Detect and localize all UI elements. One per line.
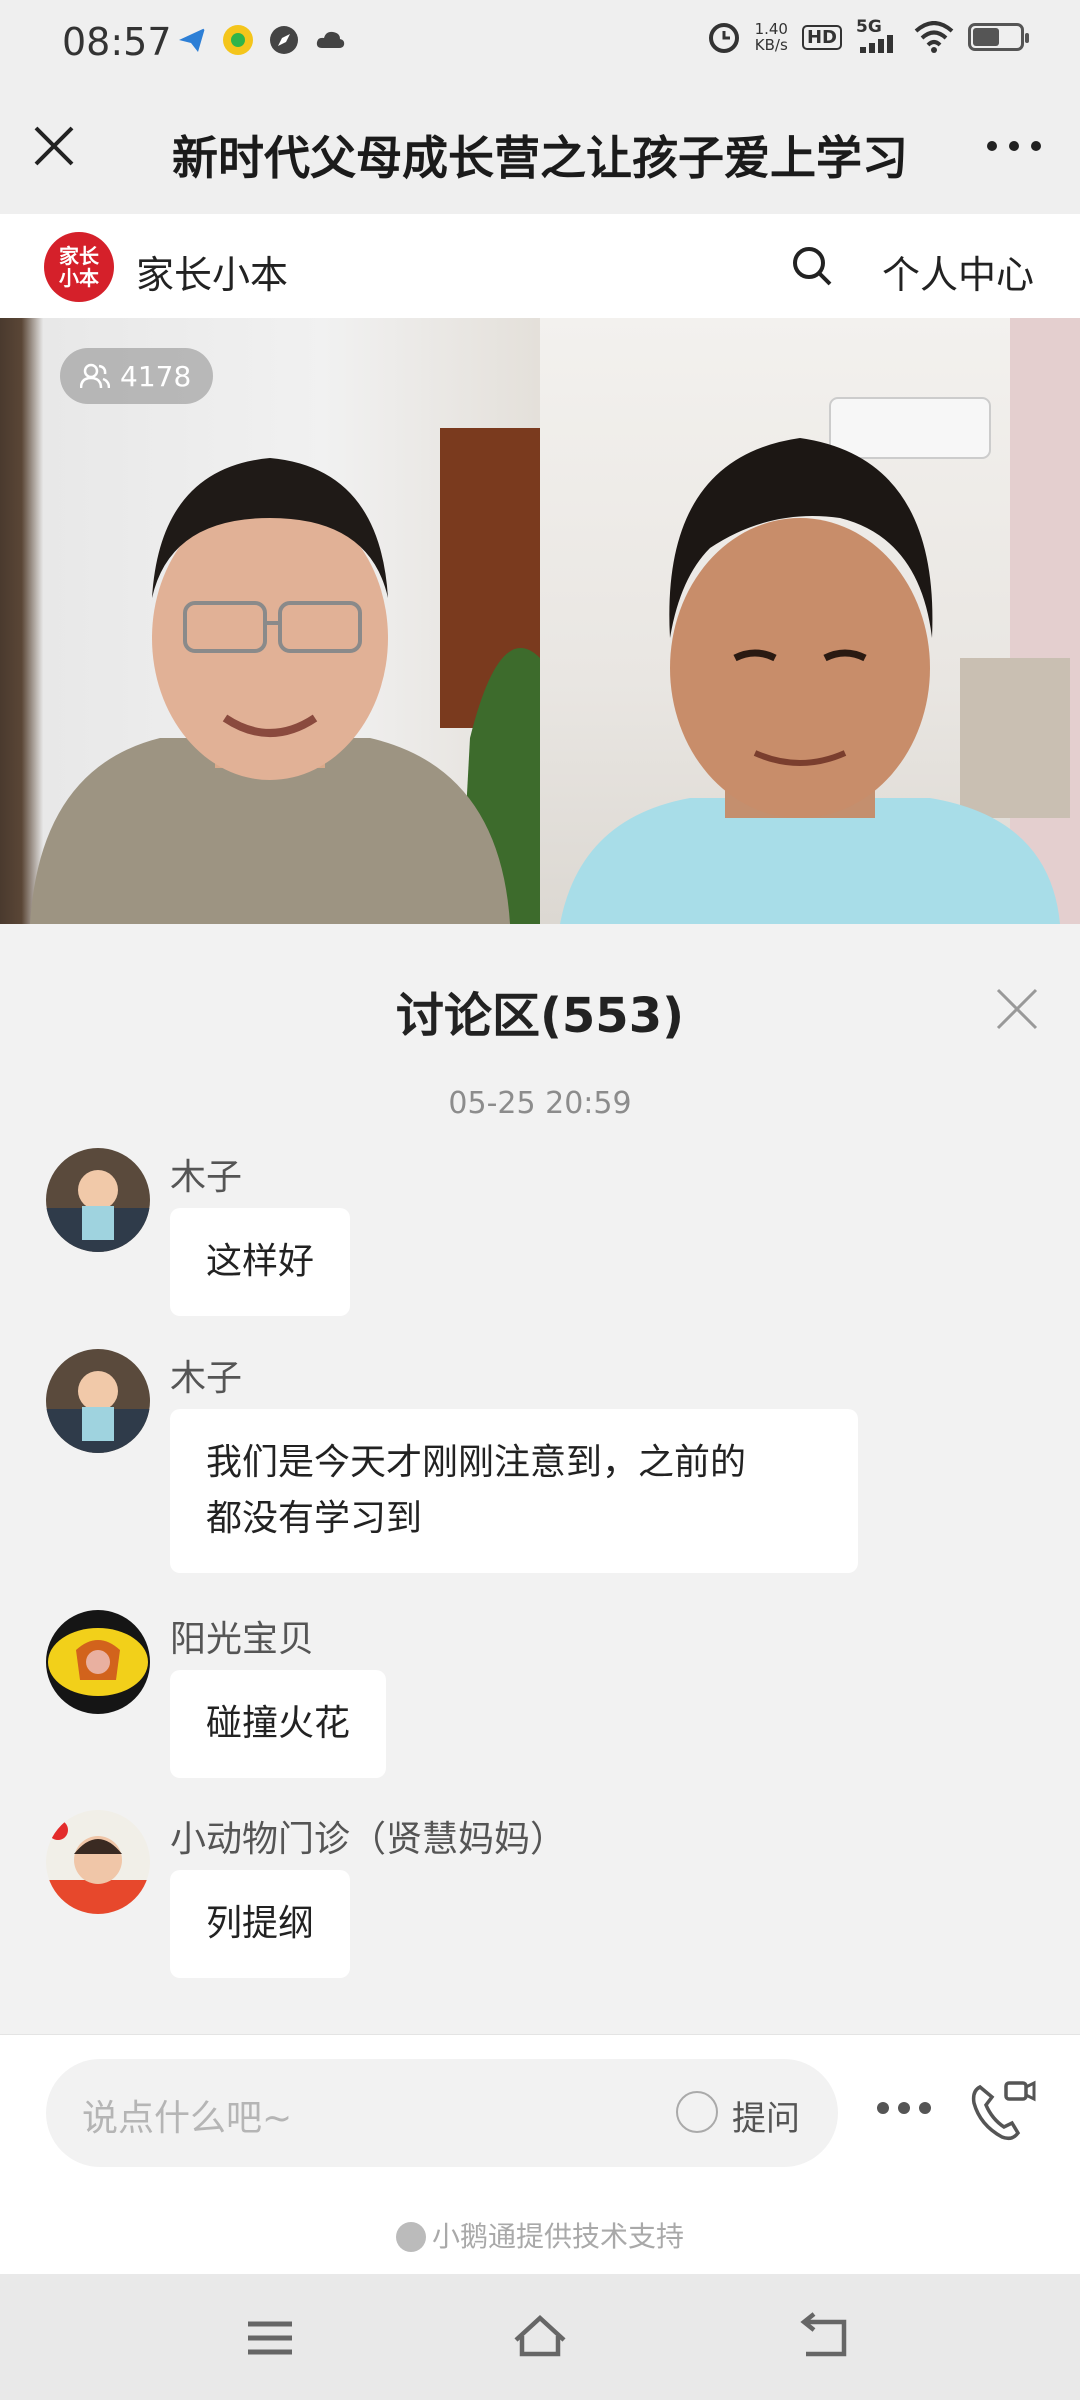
- personal-center-link[interactable]: 个人中心: [882, 244, 1034, 299]
- avatar-image: [46, 1810, 150, 1914]
- hd-badge: HD: [801, 24, 842, 50]
- host-figure: [30, 428, 540, 924]
- network-speed: 1.40 KB/s: [755, 21, 788, 53]
- avatar[interactable]: [46, 1810, 150, 1914]
- page-title: 新时代父母成长营之让孩子爱上学习: [172, 131, 908, 185]
- alarm-icon: [708, 23, 739, 53]
- username: 木子: [170, 1157, 243, 1198]
- viewer-count-badge: 4178: [60, 348, 214, 404]
- avatar[interactable]: [46, 1610, 150, 1714]
- username: 小动物门诊（贤慧妈妈）: [170, 1819, 567, 1860]
- comment-input[interactable]: 说点什么吧~ 提问: [46, 2059, 838, 2167]
- xiaoe-logo-icon: [395, 2222, 426, 2252]
- battery-icon: [968, 23, 1029, 51]
- signal-bars-icon: [860, 35, 893, 53]
- message-bubble[interactable]: 碰撞火花: [170, 1670, 387, 1778]
- video-feed-host: 4178: [0, 318, 540, 924]
- logo-text: 家长小本: [59, 244, 99, 290]
- discussion-title: 讨论区(553): [395, 988, 685, 1044]
- message-bubble[interactable]: 这样好: [170, 1208, 351, 1316]
- back-icon[interactable]: [796, 2310, 852, 2366]
- brand-name[interactable]: 家长小本: [136, 244, 288, 299]
- guest-figure: [560, 318, 1080, 924]
- speed-unit: KB/s: [754, 36, 788, 54]
- message-bubble[interactable]: 我们是今天才刚刚注意到，之前的 都没有学习到: [170, 1409, 858, 1573]
- search-icon[interactable]: [790, 244, 834, 288]
- input-placeholder: 说点什么吧~: [82, 2098, 293, 2139]
- status-time: 08:57: [62, 20, 172, 64]
- title-bar: 新时代父母成长营之让孩子爱上学习: [0, 84, 1080, 214]
- viewer-count: 4178: [120, 359, 192, 393]
- more-options-icon[interactable]: [984, 136, 1044, 156]
- compass-icon: [270, 26, 298, 54]
- status-bar: 08:57 1.40 KB/s HD 5G: [0, 0, 1080, 84]
- live-video[interactable]: 4178: [0, 318, 1080, 924]
- powered-by-text: 小鹅通提供技术支持: [431, 2220, 684, 2253]
- avatar[interactable]: [46, 1349, 150, 1453]
- ask-question-label[interactable]: 提问: [732, 2091, 800, 2140]
- system-nav-bar: [0, 2274, 1080, 2400]
- brand-bar: 家长小本 家长小本 个人中心: [0, 214, 1080, 318]
- brand-logo[interactable]: 家长小本: [44, 232, 114, 302]
- avatar-image: [46, 1148, 150, 1252]
- paper-plane-icon: [179, 28, 205, 52]
- avatar-image: [46, 1349, 150, 1453]
- more-actions-icon[interactable]: [876, 2101, 932, 2115]
- music-app-icon: [223, 25, 253, 55]
- message-bubble[interactable]: 列提纲: [170, 1870, 351, 1978]
- speed-value: 1.40: [754, 20, 788, 38]
- close-discussion-icon[interactable]: [994, 986, 1040, 1032]
- ask-question-radio[interactable]: [676, 2091, 718, 2133]
- username: 木子: [170, 1358, 243, 1399]
- video-call-icon[interactable]: [966, 2075, 1036, 2145]
- viewers-icon: [80, 363, 110, 389]
- video-feed-guest: [540, 318, 1080, 924]
- avatar[interactable]: [46, 1148, 150, 1252]
- username: 阳光宝贝: [170, 1619, 315, 1660]
- system-status: 1.40 KB/s HD 5G: [707, 17, 1029, 54]
- message-line: 都没有学习到: [206, 1498, 423, 1539]
- powered-by-footer: 小鹅通提供技术支持: [0, 2215, 1080, 2255]
- wifi-icon: [914, 21, 954, 53]
- battery-fill: [973, 28, 999, 46]
- menu-icon[interactable]: [242, 2310, 298, 2366]
- signal-indicator: 5G: [856, 17, 900, 53]
- discussion-panel: 讨论区(553) 05-25 20:59 木子 这样好 木子 我们是今天才刚刚注…: [0, 924, 1080, 2034]
- notification-icons: [176, 24, 346, 56]
- message-timestamp: 05-25 20:59: [448, 1086, 632, 1121]
- close-icon[interactable]: [28, 120, 80, 172]
- message-line: 我们是今天才刚刚注意到，之前的: [206, 1442, 747, 1483]
- home-icon[interactable]: [512, 2310, 568, 2366]
- avatar-image: [46, 1610, 150, 1714]
- cloud-icon: [316, 31, 345, 48]
- input-bar: 说点什么吧~ 提问 小鹅通提供技术支持: [0, 2034, 1080, 2274]
